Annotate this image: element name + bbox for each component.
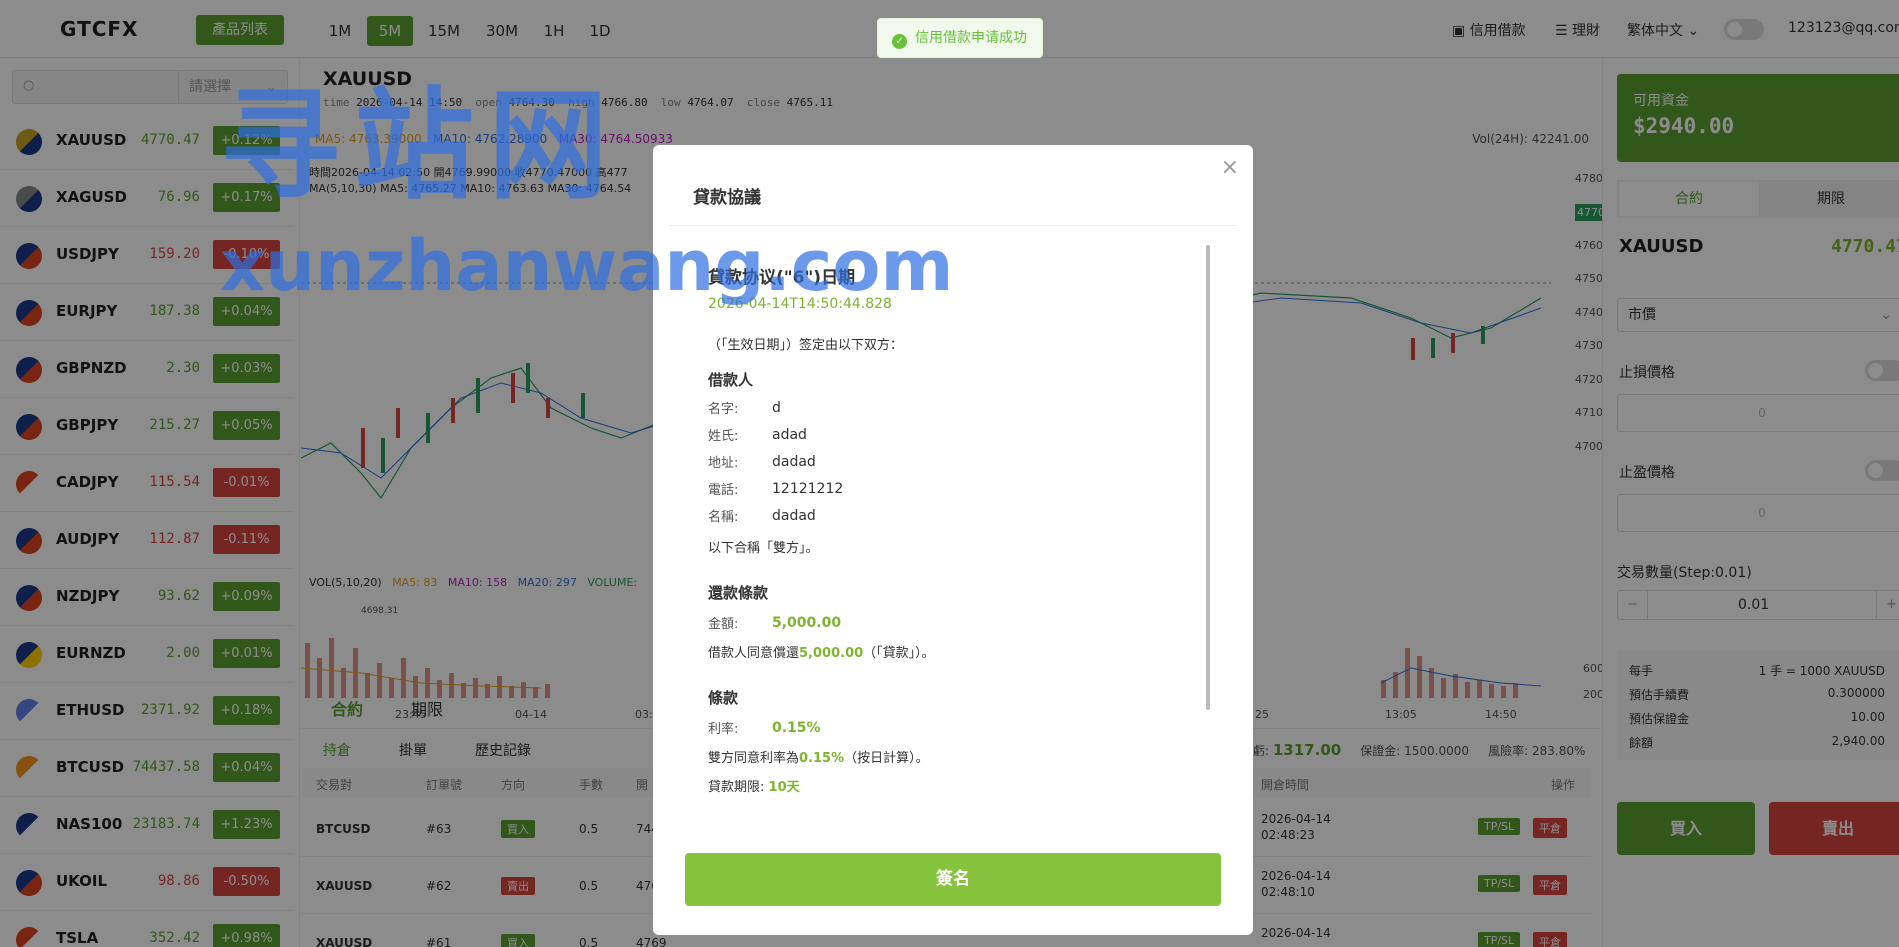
agreement-heading: 貸款协议("6")日期 <box>708 268 856 288</box>
agreement-content: 貸款协议("6")日期 2026-04-14T14:50:44.828 （「生效… <box>708 263 1168 795</box>
sign-button[interactable]: 簽名 <box>685 853 1221 906</box>
success-toast: ✓ 信用借款申请成功 <box>877 18 1043 58</box>
modal-title: 貸款協議 <box>693 188 761 208</box>
check-icon: ✓ <box>892 34 907 49</box>
parties-note: 以下合稱「雙方」。 <box>708 541 819 556</box>
agreement-intro: （「生效日期」）签定由以下双方： <box>708 338 904 353</box>
agreement-date: 2026-04-14T14:50:44.828 <box>708 296 892 312</box>
repay-title: 還款條款 <box>708 584 769 602</box>
terms-title: 條款 <box>708 689 739 707</box>
loan-amount: 5,000.00 <box>772 614 842 631</box>
loan-period: 貸款期限: 10天 <box>708 780 800 795</box>
rate-text: 雙方同意利率為0.15%（按日計算）。 <box>708 751 929 766</box>
borrower-title: 借款人 <box>708 371 754 389</box>
repay-text: 借款人同意償還5,000.00（「貸款」）。 <box>708 646 935 661</box>
modal-scrollbar[interactable] <box>1206 245 1210 710</box>
close-icon[interactable]: × <box>1221 155 1239 180</box>
interest-rate: 0.15% <box>772 719 821 736</box>
borrower-info: 名字: d 姓氏: adad 地址: dadad 電話: 12121212 名稱: dad… <box>708 399 844 526</box>
loan-agreement-modal: 貸款協議 × 貸款协议("6")日期 2026-04-14T14:50:44.8… <box>653 145 1253 935</box>
